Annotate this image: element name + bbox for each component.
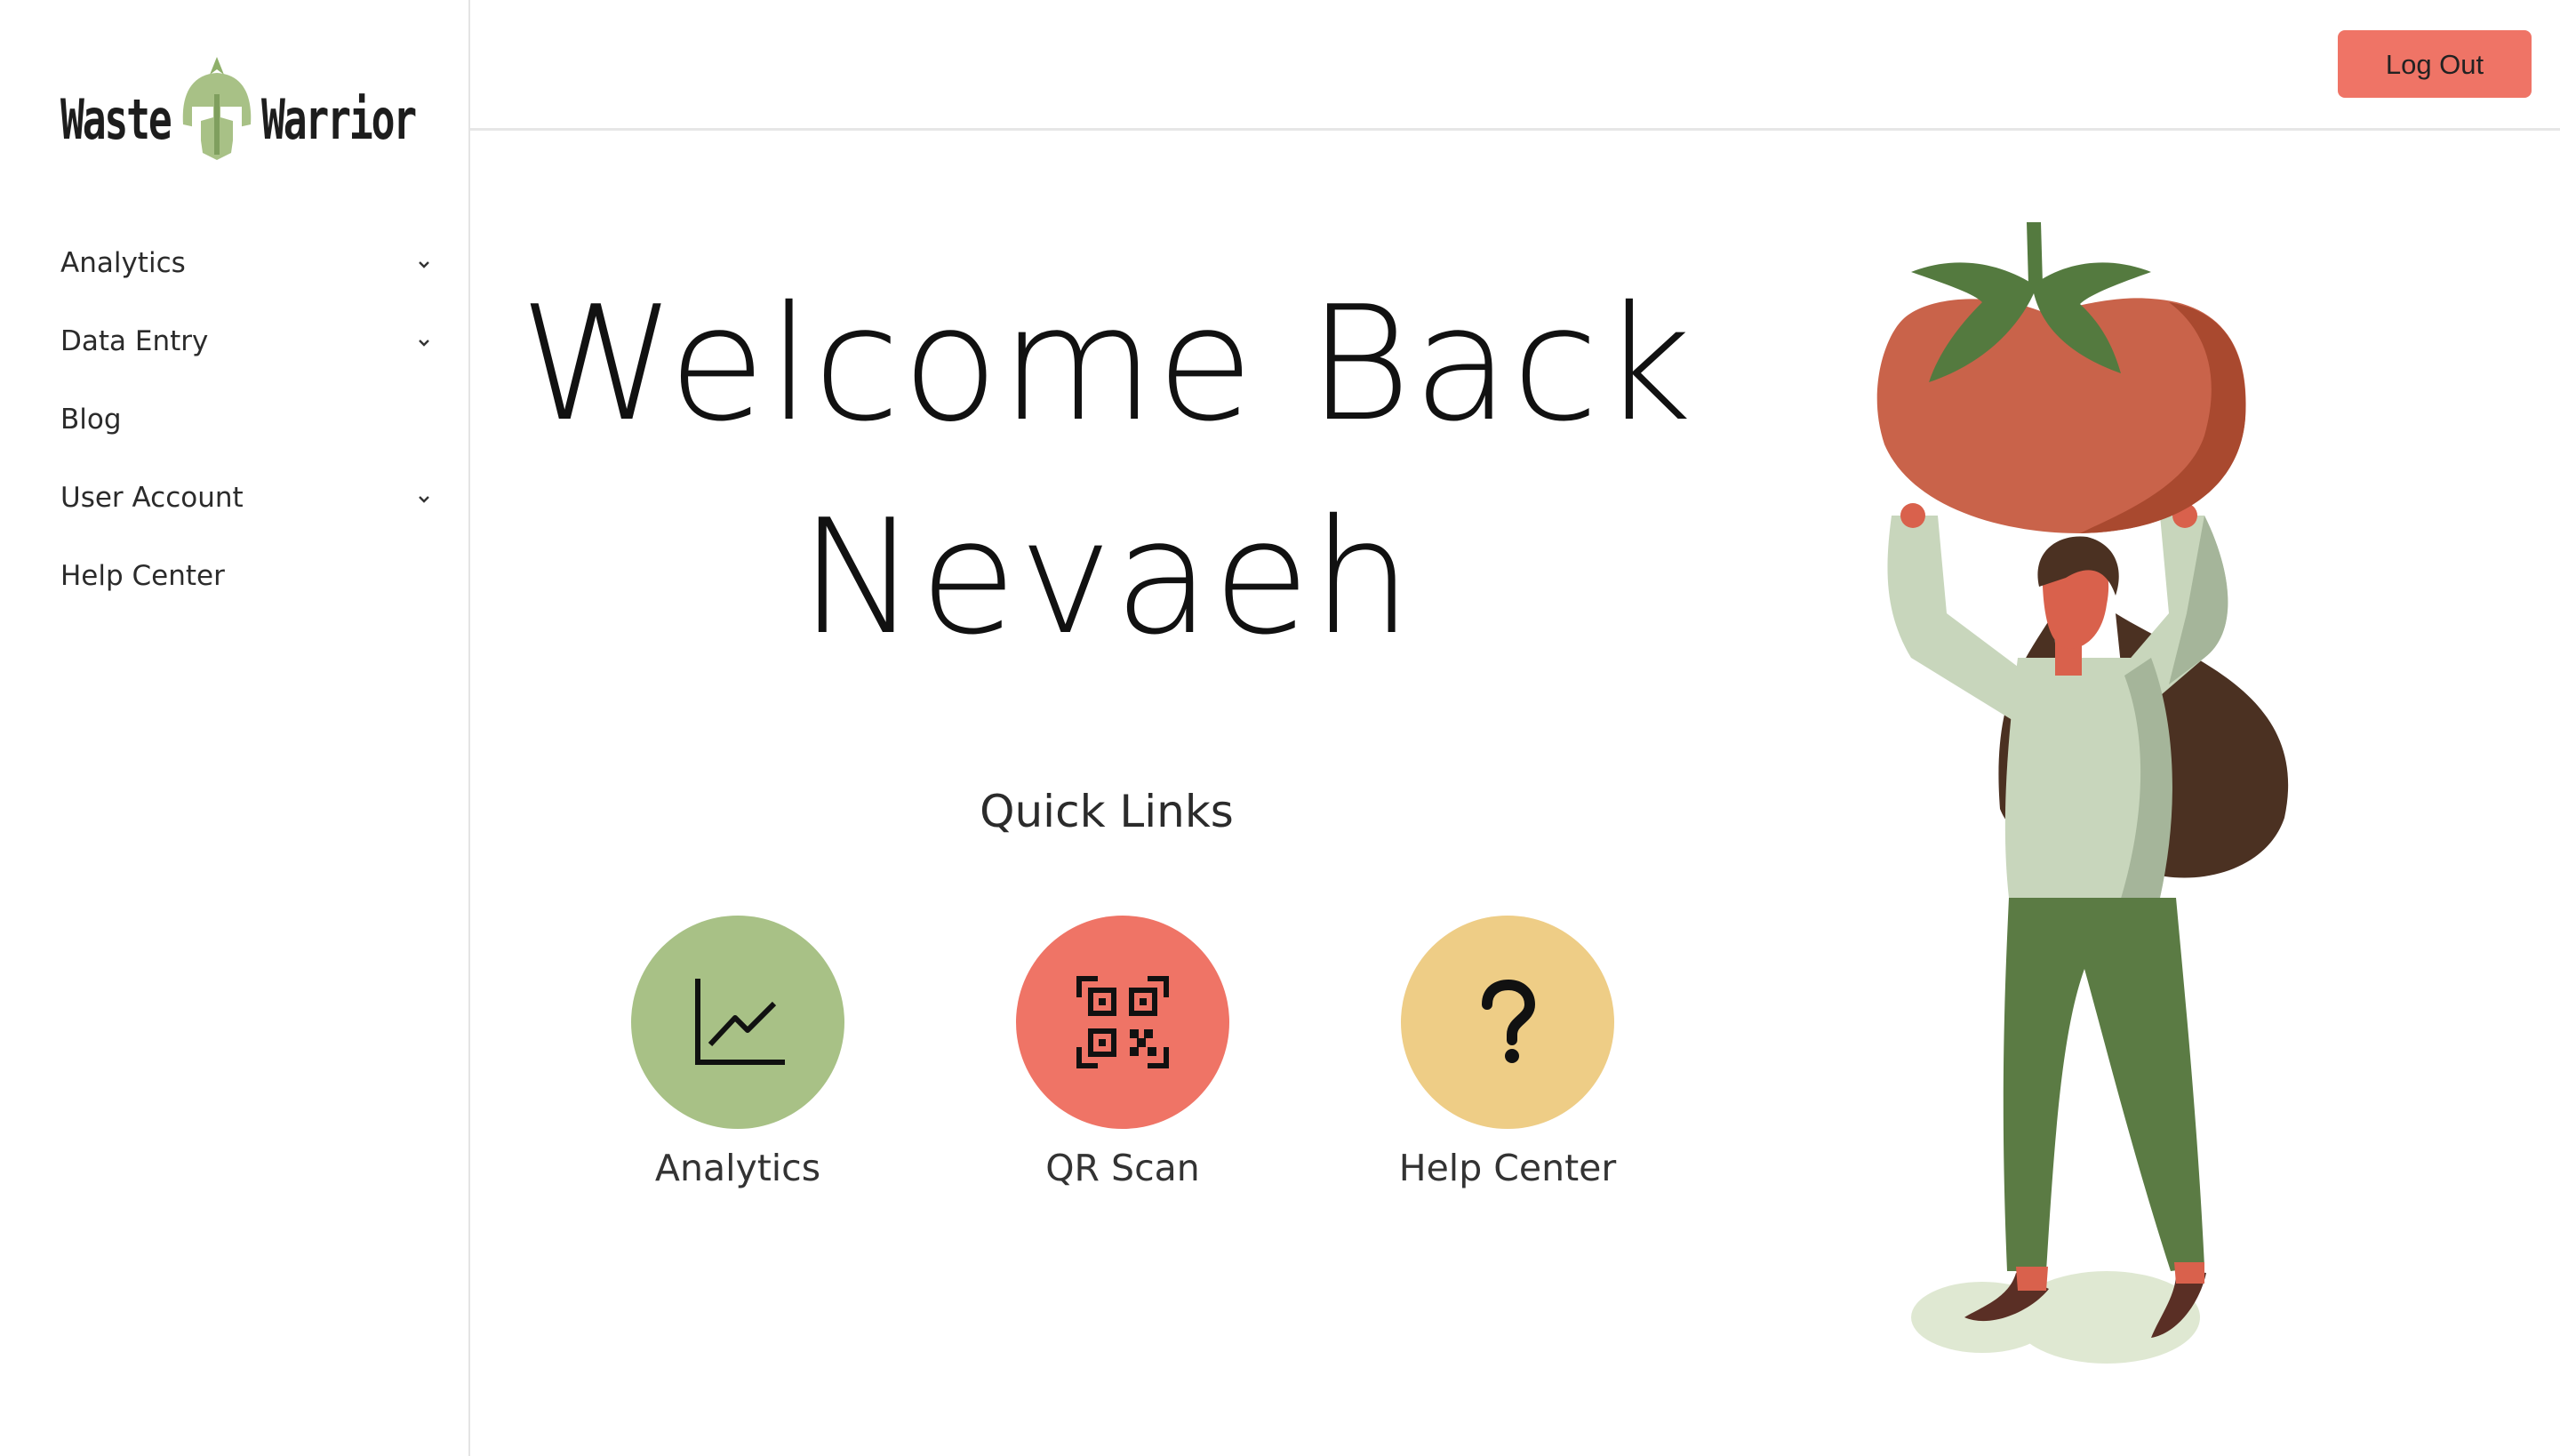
quick-link-circle[interactable] bbox=[631, 916, 844, 1129]
quick-link-qr-scan[interactable]: QR Scan bbox=[980, 916, 1265, 1189]
sidebar-item-label: Blog bbox=[60, 404, 122, 436]
quick-link-circle[interactable] bbox=[1401, 916, 1614, 1129]
welcome-heading: Welcome Back Nevaeh bbox=[480, 258, 1733, 684]
sidebar-item-label: Data Entry bbox=[60, 325, 209, 357]
chevron-down-icon bbox=[419, 496, 429, 503]
user-name: Nevaeh bbox=[799, 485, 1414, 669]
quick-link-label: Help Center bbox=[1398, 1147, 1617, 1189]
sidebar-item-user-account[interactable]: User Account bbox=[60, 475, 434, 553]
quick-link-help-center[interactable]: Help Center bbox=[1365, 916, 1650, 1189]
sidebar-item-label: Help Center bbox=[60, 560, 225, 592]
quick-links-title: Quick Links bbox=[980, 786, 1234, 837]
chevron-down-icon bbox=[419, 261, 429, 268]
sidebar: Waste Warrior Analytics Data Entry Blog … bbox=[0, 0, 470, 1456]
sidebar-item-label: Analytics bbox=[60, 247, 186, 279]
quick-link-analytics[interactable]: Analytics bbox=[596, 916, 880, 1189]
logo-word-waste: Waste bbox=[60, 87, 172, 152]
qr-code-icon bbox=[1076, 976, 1169, 1068]
warrior-helmet-icon bbox=[182, 57, 252, 160]
quick-link-label: Analytics bbox=[654, 1147, 821, 1189]
logo-word-warrior: Warrior bbox=[261, 87, 417, 152]
sidebar-item-analytics[interactable]: Analytics bbox=[60, 240, 434, 318]
top-bar: Log Out bbox=[470, 0, 2560, 131]
quick-link-circle[interactable] bbox=[1016, 916, 1229, 1129]
sidebar-item-help-center[interactable]: Help Center bbox=[60, 553, 434, 631]
woman-holding-tomato-illustration bbox=[1876, 222, 2289, 1364]
line-chart-icon bbox=[695, 979, 785, 1065]
sidebar-item-blog[interactable]: Blog bbox=[60, 396, 434, 475]
logout-button[interactable]: Log Out bbox=[2338, 30, 2532, 98]
chevron-down-icon bbox=[419, 340, 429, 347]
welcome-line: Welcome Back bbox=[519, 272, 1694, 456]
sidebar-item-data-entry[interactable]: Data Entry bbox=[60, 318, 434, 396]
quick-link-label: QR Scan bbox=[1045, 1147, 1200, 1189]
sidebar-nav: Analytics Data Entry Blog User Account H… bbox=[60, 240, 434, 631]
sidebar-item-label: User Account bbox=[60, 482, 244, 514]
question-mark-icon bbox=[1482, 980, 1536, 1063]
waste-warrior-logo[interactable]: Waste Warrior bbox=[59, 55, 417, 171]
